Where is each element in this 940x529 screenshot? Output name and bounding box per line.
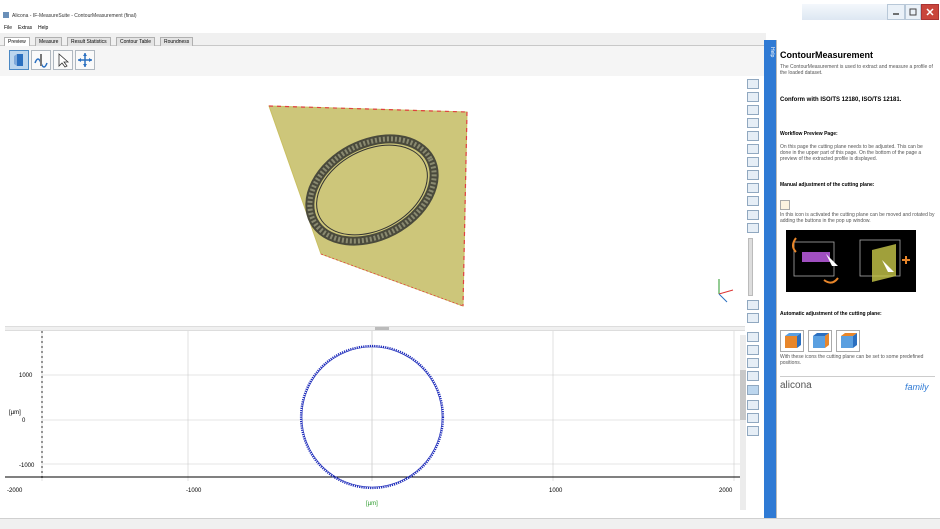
x-tick-label-3: 1000 <box>549 488 563 494</box>
profile-save-button[interactable] <box>747 426 759 436</box>
help-intro: The ContourMeasurement is used to extrac… <box>780 64 933 76</box>
close-icon <box>926 8 934 16</box>
close-button[interactable] <box>921 4 939 20</box>
help-conform: Conform with ISO/TS 12180, ISO/TS 12181. <box>780 97 902 103</box>
view-option-button[interactable] <box>747 183 759 193</box>
minimize-button[interactable] <box>887 4 905 20</box>
title-bar: Alicona - IF-MeasureSuite - ContourMeasu… <box>0 0 940 22</box>
3d-view[interactable] <box>5 76 745 326</box>
view-toolbar <box>0 46 766 76</box>
pointer-icon <box>58 53 70 68</box>
cutting-plane-button[interactable] <box>31 50 51 70</box>
zoom-fit-button[interactable] <box>747 105 759 115</box>
profile-select-button[interactable] <box>747 385 759 395</box>
measure-tool-button[interactable] <box>747 170 759 180</box>
auto-plane-button-1[interactable] <box>780 330 804 352</box>
x-tick-label-4: 2000 <box>719 488 733 494</box>
help-illustration <box>786 230 916 292</box>
hand-icon <box>780 200 790 210</box>
move-icon <box>78 53 92 67</box>
help-auto-text: With these icons the cutting plane can b… <box>780 354 924 366</box>
pointer-button[interactable] <box>53 50 73 70</box>
profile-fit-button[interactable] <box>747 358 759 368</box>
profile-zoom-in-button[interactable] <box>747 332 759 342</box>
minimize-icon <box>893 13 899 15</box>
help-auto-heading: Automatic adjustment of the cutting plan… <box>780 311 882 317</box>
scrollbar-thumb[interactable] <box>740 370 746 420</box>
maximize-button[interactable] <box>905 4 921 20</box>
move-button[interactable] <box>75 50 95 70</box>
y-axis-unit: [µm] <box>9 410 21 416</box>
menu-help[interactable]: Help <box>38 25 48 31</box>
save-view-button[interactable] <box>747 210 759 220</box>
title-decoration <box>802 4 887 20</box>
help-manual-heading: Manual adjustment of the cutting plane: <box>780 182 875 188</box>
tab-bar: Preview Measure Result Statistics Contou… <box>0 33 766 46</box>
tab-contour-table[interactable]: Contour Table <box>116 37 156 46</box>
help-manual-text: In this icon is activated the cutting pl… <box>780 212 935 224</box>
tab-roundness[interactable]: Roundness <box>160 37 194 46</box>
copy-view-button[interactable] <box>747 223 759 233</box>
texture-button[interactable] <box>747 144 759 154</box>
profile-scrollbar[interactable] <box>740 335 746 510</box>
cross-section-button[interactable] <box>747 300 759 310</box>
cube-blue-icon <box>813 333 829 348</box>
cutting-plane[interactable] <box>268 105 468 307</box>
profile-plot[interactable]: 1000 0 -1000 [µm] -2000 -1000 1000 2000 … <box>5 331 740 514</box>
menu-file[interactable]: File <box>4 25 12 31</box>
cube-top-icon <box>841 333 857 348</box>
maximize-icon <box>909 8 917 16</box>
rotate-button[interactable] <box>747 118 759 128</box>
help-panel-label: Help <box>769 47 775 58</box>
y-tick-label-bottom: -1000 <box>19 463 35 469</box>
view-slider[interactable] <box>748 238 753 296</box>
profile-option-button[interactable] <box>747 371 759 381</box>
x-tick-label-1: -2000 <box>7 488 23 494</box>
menu-bar: File Extras Help <box>0 22 940 33</box>
status-bar <box>0 518 940 529</box>
lighting-button[interactable] <box>747 157 759 167</box>
profile-zoom-out-button[interactable] <box>747 345 759 355</box>
splitter-grip[interactable] <box>375 327 389 330</box>
help-panel-toggle[interactable] <box>764 40 776 518</box>
app-icon <box>3 12 9 18</box>
axis-triad <box>718 279 734 303</box>
profile-chart[interactable]: 1000 0 -1000 [µm] -2000 -1000 1000 2000 … <box>5 331 740 514</box>
alicona-logo: alicona <box>780 380 812 391</box>
family-logo: family <box>905 382 929 392</box>
help-title: ContourMeasurement <box>780 50 874 60</box>
cutting-plane-icon <box>34 54 48 68</box>
3d-scene[interactable] <box>5 76 745 326</box>
cube-orange-icon <box>785 333 801 348</box>
reset-view-button[interactable] <box>747 131 759 141</box>
x-tick-label-2: -1000 <box>186 488 202 494</box>
x-axis-unit: [µm] <box>366 501 378 507</box>
auto-plane-button-2[interactable] <box>808 330 832 352</box>
help-divider <box>780 376 935 377</box>
y-tick-label-top: 1000 <box>19 373 33 379</box>
tab-measure[interactable]: Measure <box>35 37 63 46</box>
window-title: Alicona - IF-MeasureSuite - ContourMeasu… <box>12 13 137 19</box>
tab-result-statistics[interactable]: Result Statistics <box>67 37 111 46</box>
profile-export-button[interactable] <box>747 413 759 423</box>
profile-measure-button[interactable] <box>747 400 759 410</box>
tab-preview[interactable]: Preview <box>4 37 30 46</box>
help-workflow-text: On this page the cutting plane needs to … <box>780 144 923 162</box>
hand-tool-button[interactable] <box>747 196 759 206</box>
zoom-in-button[interactable] <box>747 79 759 89</box>
cube-illustration <box>792 237 910 284</box>
view-3d-button[interactable] <box>9 50 29 70</box>
zoom-out-button[interactable] <box>747 92 759 102</box>
view-3d-icon <box>14 54 23 66</box>
menu-extras[interactable]: Extras <box>18 25 32 31</box>
y-tick-label-mid: 0 <box>22 418 26 424</box>
auto-plane-button-3[interactable] <box>836 330 860 352</box>
clear-button[interactable] <box>747 313 759 323</box>
help-workflow-heading: Workflow Preview Page: <box>780 131 838 137</box>
